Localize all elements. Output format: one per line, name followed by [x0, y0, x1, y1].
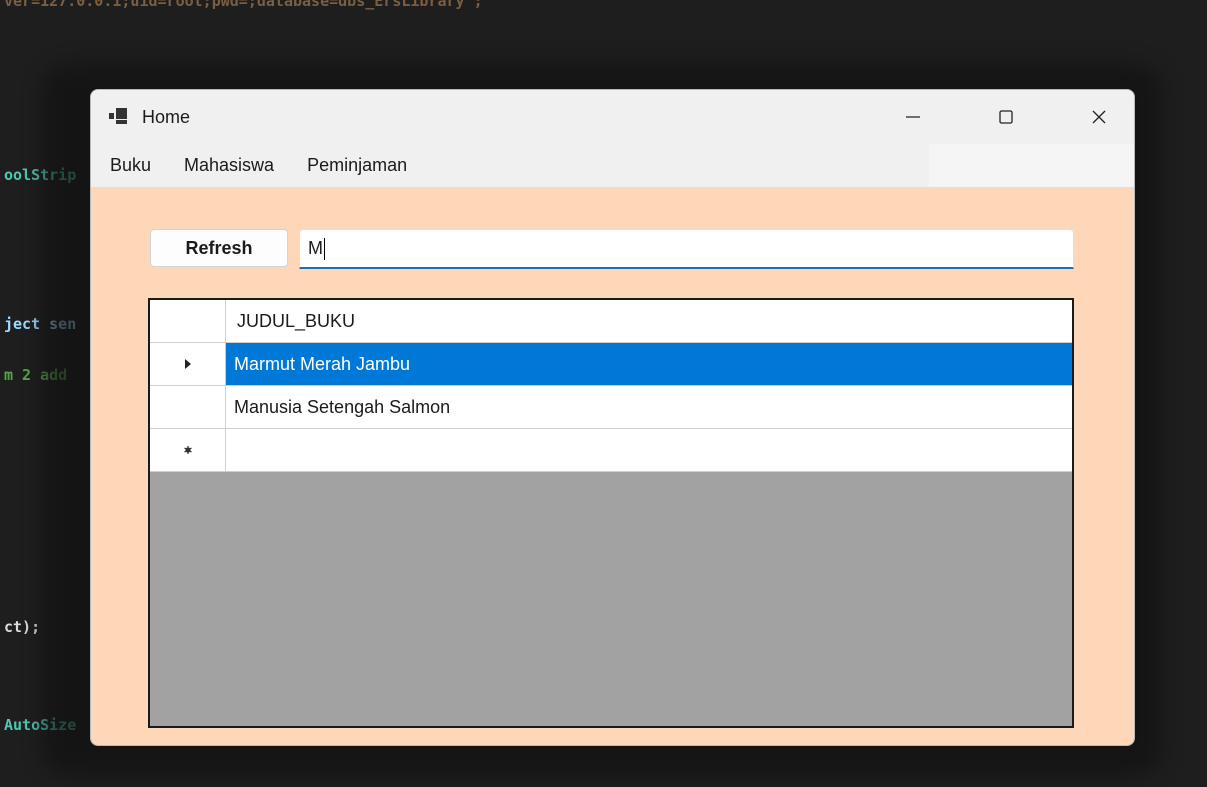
row-pointer-icon — [184, 359, 191, 369]
grid-header-row: JUDUL_BUKU — [150, 300, 1072, 343]
close-icon — [1092, 110, 1106, 124]
search-input-value: M — [308, 238, 323, 258]
window-title: Home — [142, 107, 191, 127]
books-data-grid[interactable]: JUDUL_BUKU Marmut Merah Jambu Manusia Se… — [148, 298, 1074, 728]
maximize-icon — [999, 110, 1013, 124]
home-window: Home Buku Mahasiswa Peminjaman Refresh M — [90, 89, 1135, 746]
menu-item-peminjaman[interactable]: Peminjaman — [307, 155, 407, 176]
cell-new-row[interactable] — [226, 429, 1072, 472]
row-header[interactable] — [150, 343, 226, 386]
menu-item-buku[interactable]: Buku — [110, 155, 151, 176]
cell-judul-buku[interactable]: Manusia Setengah Salmon — [226, 386, 1072, 429]
menu-strip-filler — [929, 144, 1134, 187]
new-row-asterisk-icon — [183, 446, 192, 454]
row-header[interactable] — [150, 386, 226, 429]
row-header[interactable] — [150, 429, 226, 472]
refresh-button[interactable]: Refresh — [150, 229, 288, 267]
menu-strip: Buku Mahasiswa Peminjaman — [91, 144, 929, 187]
column-header-judul-buku[interactable]: JUDUL_BUKU — [226, 300, 1072, 343]
table-row[interactable]: Manusia Setengah Salmon — [150, 386, 1072, 429]
text-caret — [324, 237, 325, 260]
title-bar[interactable]: Home — [91, 90, 1134, 144]
form-icon — [109, 108, 127, 124]
close-button[interactable] — [1069, 90, 1129, 144]
grid-corner-header[interactable] — [150, 300, 226, 343]
code-line-statement-end: ct); — [4, 618, 41, 636]
table-row[interactable]: Marmut Merah Jambu — [150, 343, 1072, 386]
search-input[interactable]: M — [299, 229, 1074, 269]
minimize-button[interactable] — [883, 90, 943, 144]
minimize-icon — [906, 116, 920, 118]
cell-judul-buku[interactable]: Marmut Merah Jambu — [226, 343, 1072, 386]
new-row[interactable] — [150, 429, 1072, 472]
code-line-connection-string: ver=127.0.0.1;uid=root;pwd=;database=dbs… — [4, 0, 483, 10]
menu-item-mahasiswa[interactable]: Mahasiswa — [184, 155, 274, 176]
maximize-button[interactable] — [976, 90, 1036, 144]
